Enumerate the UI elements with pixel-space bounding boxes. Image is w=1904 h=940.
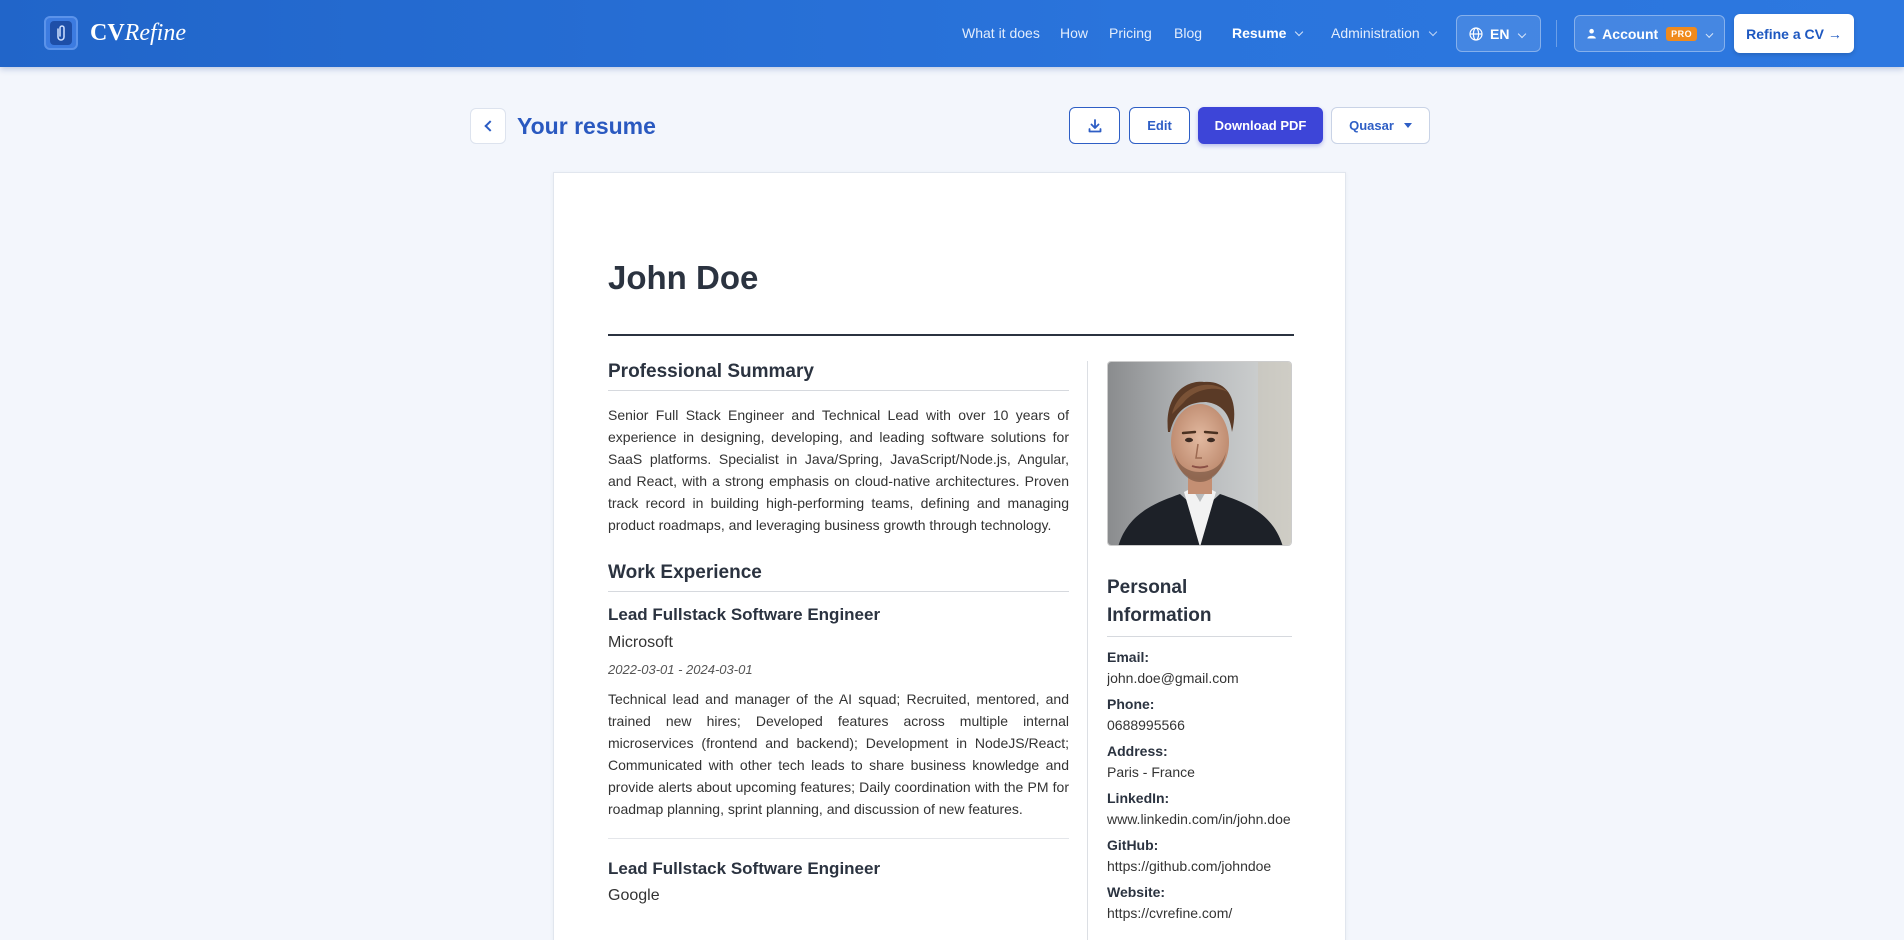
column-divider <box>1087 361 1088 940</box>
nav-pricing[interactable]: Pricing <box>1109 22 1152 44</box>
back-button[interactable] <box>470 108 506 144</box>
pro-badge: PRO <box>1666 26 1698 41</box>
job-company: Google <box>608 887 660 904</box>
job-dates: 2022-03-01 - 2024-03-01 <box>608 662 753 677</box>
info-label: Address: <box>1107 743 1168 759</box>
theme-select[interactable]: Quasar <box>1331 107 1430 144</box>
nav-what-it-does[interactable]: What it does <box>962 22 1040 44</box>
info-email: Email: john.doe@gmail.com <box>1107 649 1292 686</box>
download-icon-button[interactable] <box>1069 107 1120 144</box>
resume-name: John Doe <box>608 259 759 296</box>
download-pdf-button[interactable]: Download PDF <box>1198 107 1323 144</box>
info-label: Phone: <box>1107 696 1155 712</box>
job-description: Technical lead and manager of the AI squ… <box>608 691 1069 817</box>
user-icon <box>1587 28 1596 39</box>
info-value: www.linkedin.com/in/john.doe <box>1107 811 1291 827</box>
info-value: https://github.com/johndoe <box>1107 858 1272 874</box>
theme-label: Quasar <box>1349 118 1394 133</box>
job-title: Lead Fullstack Software Engineer <box>608 859 881 878</box>
paperclip-icon <box>44 16 78 50</box>
top-navbar: CVRefine What it does How Pricing Blog R… <box>0 0 1904 67</box>
resume-side-column: Personal Information Email: john.doe@gma… <box>1107 361 1292 921</box>
job-entry: Lead Fullstack Software Engineer Microso… <box>608 605 1069 820</box>
profile-photo <box>1107 361 1292 546</box>
job-entry: Lead Fullstack Software Engineer Google <box>608 859 1069 905</box>
job-divider <box>608 838 1069 839</box>
info-label: GitHub: <box>1107 837 1159 853</box>
nav-resume-menu[interactable]: Resume <box>1232 22 1304 44</box>
language-label: EN <box>1490 25 1510 42</box>
job-title: Lead Fullstack Software Engineer <box>608 605 881 624</box>
chevron-down-icon <box>1705 29 1714 38</box>
nav-how[interactable]: How <box>1060 22 1088 44</box>
language-selector[interactable]: EN <box>1456 15 1541 52</box>
brand-name: CVRefine <box>90 19 186 46</box>
info-value: Paris - France <box>1107 764 1195 780</box>
chevron-down-icon <box>1295 27 1304 37</box>
info-linkedin: LinkedIn: www.linkedin.com/in/john.doe <box>1107 790 1292 827</box>
info-address: Address: Paris - France <box>1107 743 1292 780</box>
info-value: 0688995566 <box>1107 717 1185 733</box>
account-menu[interactable]: Account PRO <box>1574 15 1725 52</box>
info-label: Website: <box>1107 884 1166 900</box>
download-icon <box>1088 118 1101 132</box>
chevron-down-icon <box>1518 29 1527 38</box>
brand[interactable]: CVRefine <box>44 16 186 50</box>
info-label: Email: <box>1107 649 1150 665</box>
info-website: Website: https://cvrefine.com/ <box>1107 884 1292 921</box>
caret-down-icon <box>1403 123 1412 128</box>
resume-main-column: Professional Summary Senior Full Stack E… <box>608 361 1069 905</box>
name-divider <box>608 334 1294 336</box>
header-divider <box>1556 20 1557 47</box>
nav-administration-menu[interactable]: Administration <box>1331 22 1437 44</box>
info-label: LinkedIn: <box>1107 790 1170 806</box>
summary-text: Senior Full Stack Engineer and Technical… <box>608 407 1069 533</box>
personal-info-title: Personal Information <box>1107 574 1292 637</box>
resume-preview: John Doe Professional Summary Senior Ful… <box>553 172 1346 940</box>
page-title: Your resume <box>517 113 656 139</box>
edit-button[interactable]: Edit <box>1129 107 1190 144</box>
info-phone: Phone: 0688995566 <box>1107 696 1292 733</box>
refine-cv-button[interactable]: Refine a CV → <box>1734 14 1854 53</box>
info-github: GitHub: https://github.com/johndoe <box>1107 837 1292 874</box>
nav-administration-label: Administration <box>1331 25 1420 41</box>
chevron-left-icon <box>483 120 496 132</box>
chevron-down-icon <box>1428 27 1437 37</box>
nav-blog[interactable]: Blog <box>1174 22 1202 44</box>
info-value: https://cvrefine.com/ <box>1107 905 1233 921</box>
nav-resume-label: Resume <box>1232 25 1287 41</box>
experience-title: Work Experience <box>608 562 1069 592</box>
job-company: Microsoft <box>608 634 673 651</box>
account-label: Account <box>1602 25 1659 42</box>
info-value: john.doe@gmail.com <box>1107 670 1239 686</box>
summary-title: Professional Summary <box>608 361 1069 391</box>
globe-icon <box>1469 26 1483 41</box>
